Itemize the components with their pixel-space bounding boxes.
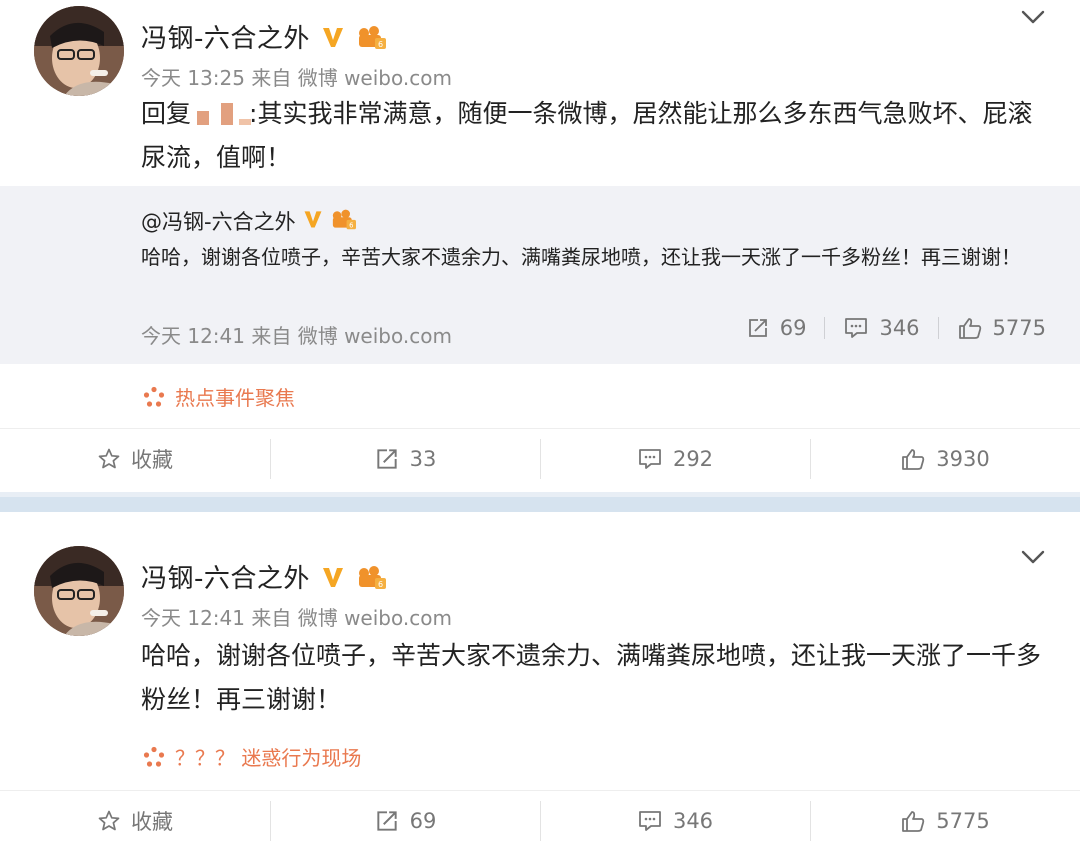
favorite-button[interactable]: 收藏 — [0, 444, 270, 474]
comment-button[interactable]: 292 — [540, 438, 810, 479]
topic-label: ？？？ 迷惑行为现场 — [175, 746, 362, 770]
repost-button[interactable]: 69 — [270, 800, 540, 841]
post-body: 哈哈，谢谢各位喷子，辛苦大家不遗余力、满嘴粪尿地喷，还让我一天涨了一千多粉丝！再… — [141, 641, 1042, 714]
topic-tag[interactable]: 热点事件聚焦 — [143, 382, 295, 411]
repost-button[interactable]: 33 — [270, 438, 540, 479]
verified-v-icon — [320, 564, 346, 590]
repost-icon — [746, 316, 770, 340]
post-body: 回复:其实我非常满意，随便一条微博，居然能让那么多东西气急败坏、屁滚尿流，值啊！ — [141, 92, 1051, 180]
like-button[interactable]: 3930 — [810, 438, 1080, 479]
author-avatar[interactable] — [34, 6, 124, 96]
svg-text:6: 6 — [378, 40, 383, 49]
quoted-meta: 今天 12:41 来自 微博 weibo.com — [141, 324, 452, 348]
repost-count: 69 — [409, 808, 437, 833]
author-line: 冯钢-六合之外 6 — [141, 558, 388, 595]
favorite-label: 收藏 — [131, 809, 173, 834]
thumbs-up-icon — [900, 447, 926, 471]
topic-sparkle-icon — [143, 746, 165, 767]
quoted-repost-value: 69 — [779, 316, 807, 340]
post-meta: 今天 13:25 来自 微博 weibo.com — [141, 66, 452, 90]
thumbs-up-icon — [900, 809, 926, 833]
topic-sparkle-icon — [143, 386, 165, 407]
thumbs-up-icon — [957, 316, 983, 340]
chevron-down-icon[interactable] — [1020, 8, 1046, 26]
verified-v-icon — [320, 24, 346, 50]
quoted-author[interactable]: @冯钢-六合之外 — [141, 206, 296, 236]
quoted-stats: 69 346 5775 — [728, 316, 1046, 340]
quoted-like-value: 5775 — [992, 316, 1046, 340]
author-avatar[interactable] — [34, 546, 124, 636]
weibo-post-1: 冯钢-六合之外 6 今天 13:25 来自 微博 weibo.com 回复:其实… — [0, 0, 1080, 492]
quoted-comment-value: 346 — [879, 316, 920, 340]
quoted-post[interactable]: @冯钢-六合之外 6 哈哈，谢谢各位喷子，辛苦大家不遗余力、满嘴粪尿地喷，还让我… — [0, 186, 1080, 364]
reply-text: :其实我非常满意，随便一条微博，居然能让那么多东西气急败坏、屁滚尿流，值啊！ — [141, 99, 1033, 172]
like-button[interactable]: 5775 — [810, 800, 1080, 841]
repost-icon — [374, 446, 400, 472]
comment-count: 346 — [672, 808, 714, 833]
favorite-button[interactable]: 收藏 — [0, 806, 270, 836]
comment-count: 292 — [672, 446, 714, 471]
like-count: 5775 — [936, 808, 990, 833]
reply-prefix: 回复 — [141, 99, 192, 128]
vip-crown-icon: 6 — [330, 207, 358, 236]
repost-count: 33 — [409, 446, 437, 471]
like-count: 3930 — [936, 446, 990, 471]
quoted-author-line: @冯钢-六合之外 6 — [141, 206, 358, 236]
topic-label: 热点事件聚焦 — [175, 386, 295, 410]
favorite-label: 收藏 — [131, 447, 173, 472]
vip-crown-icon: 6 — [356, 23, 388, 51]
comment-icon — [843, 316, 869, 340]
quoted-body: 哈哈，谢谢各位喷子，辛苦大家不遗余力、满嘴粪尿地喷，还让我一天涨了一千多粉丝！再… — [141, 245, 1021, 269]
star-icon — [97, 809, 121, 833]
post-meta: 今天 12:41 来自 微博 weibo.com — [141, 606, 452, 630]
redacted-username — [191, 101, 252, 125]
repost-icon — [374, 808, 400, 834]
svg-text:6: 6 — [378, 580, 383, 589]
weibo-post-2: 冯钢-六合之外 6 今天 12:41 来自 微博 weibo.com 哈哈，谢谢… — [0, 512, 1080, 852]
topic-tag[interactable]: ？？？ 迷惑行为现场 — [143, 742, 361, 771]
quoted-comment-count[interactable]: 346 — [825, 316, 937, 340]
feed-divider — [0, 492, 1080, 512]
comment-button[interactable]: 346 — [540, 800, 810, 841]
post-action-bar: 收藏 69 346 5775 — [0, 790, 1080, 850]
chevron-down-icon[interactable] — [1020, 548, 1046, 566]
author-name[interactable]: 冯钢-六合之外 — [141, 558, 310, 595]
quoted-like-count[interactable]: 5775 — [939, 316, 1046, 340]
author-line: 冯钢-六合之外 6 — [141, 18, 388, 55]
post-action-bar: 收藏 33 292 3930 — [0, 428, 1080, 488]
quoted-repost-count[interactable]: 69 — [728, 316, 825, 340]
vip-crown-icon: 6 — [356, 563, 388, 591]
author-name[interactable]: 冯钢-六合之外 — [141, 18, 310, 55]
svg-text:6: 6 — [349, 221, 353, 229]
comment-icon — [637, 809, 663, 833]
verified-v-icon — [302, 208, 324, 235]
star-icon — [97, 447, 121, 471]
comment-icon — [637, 447, 663, 471]
